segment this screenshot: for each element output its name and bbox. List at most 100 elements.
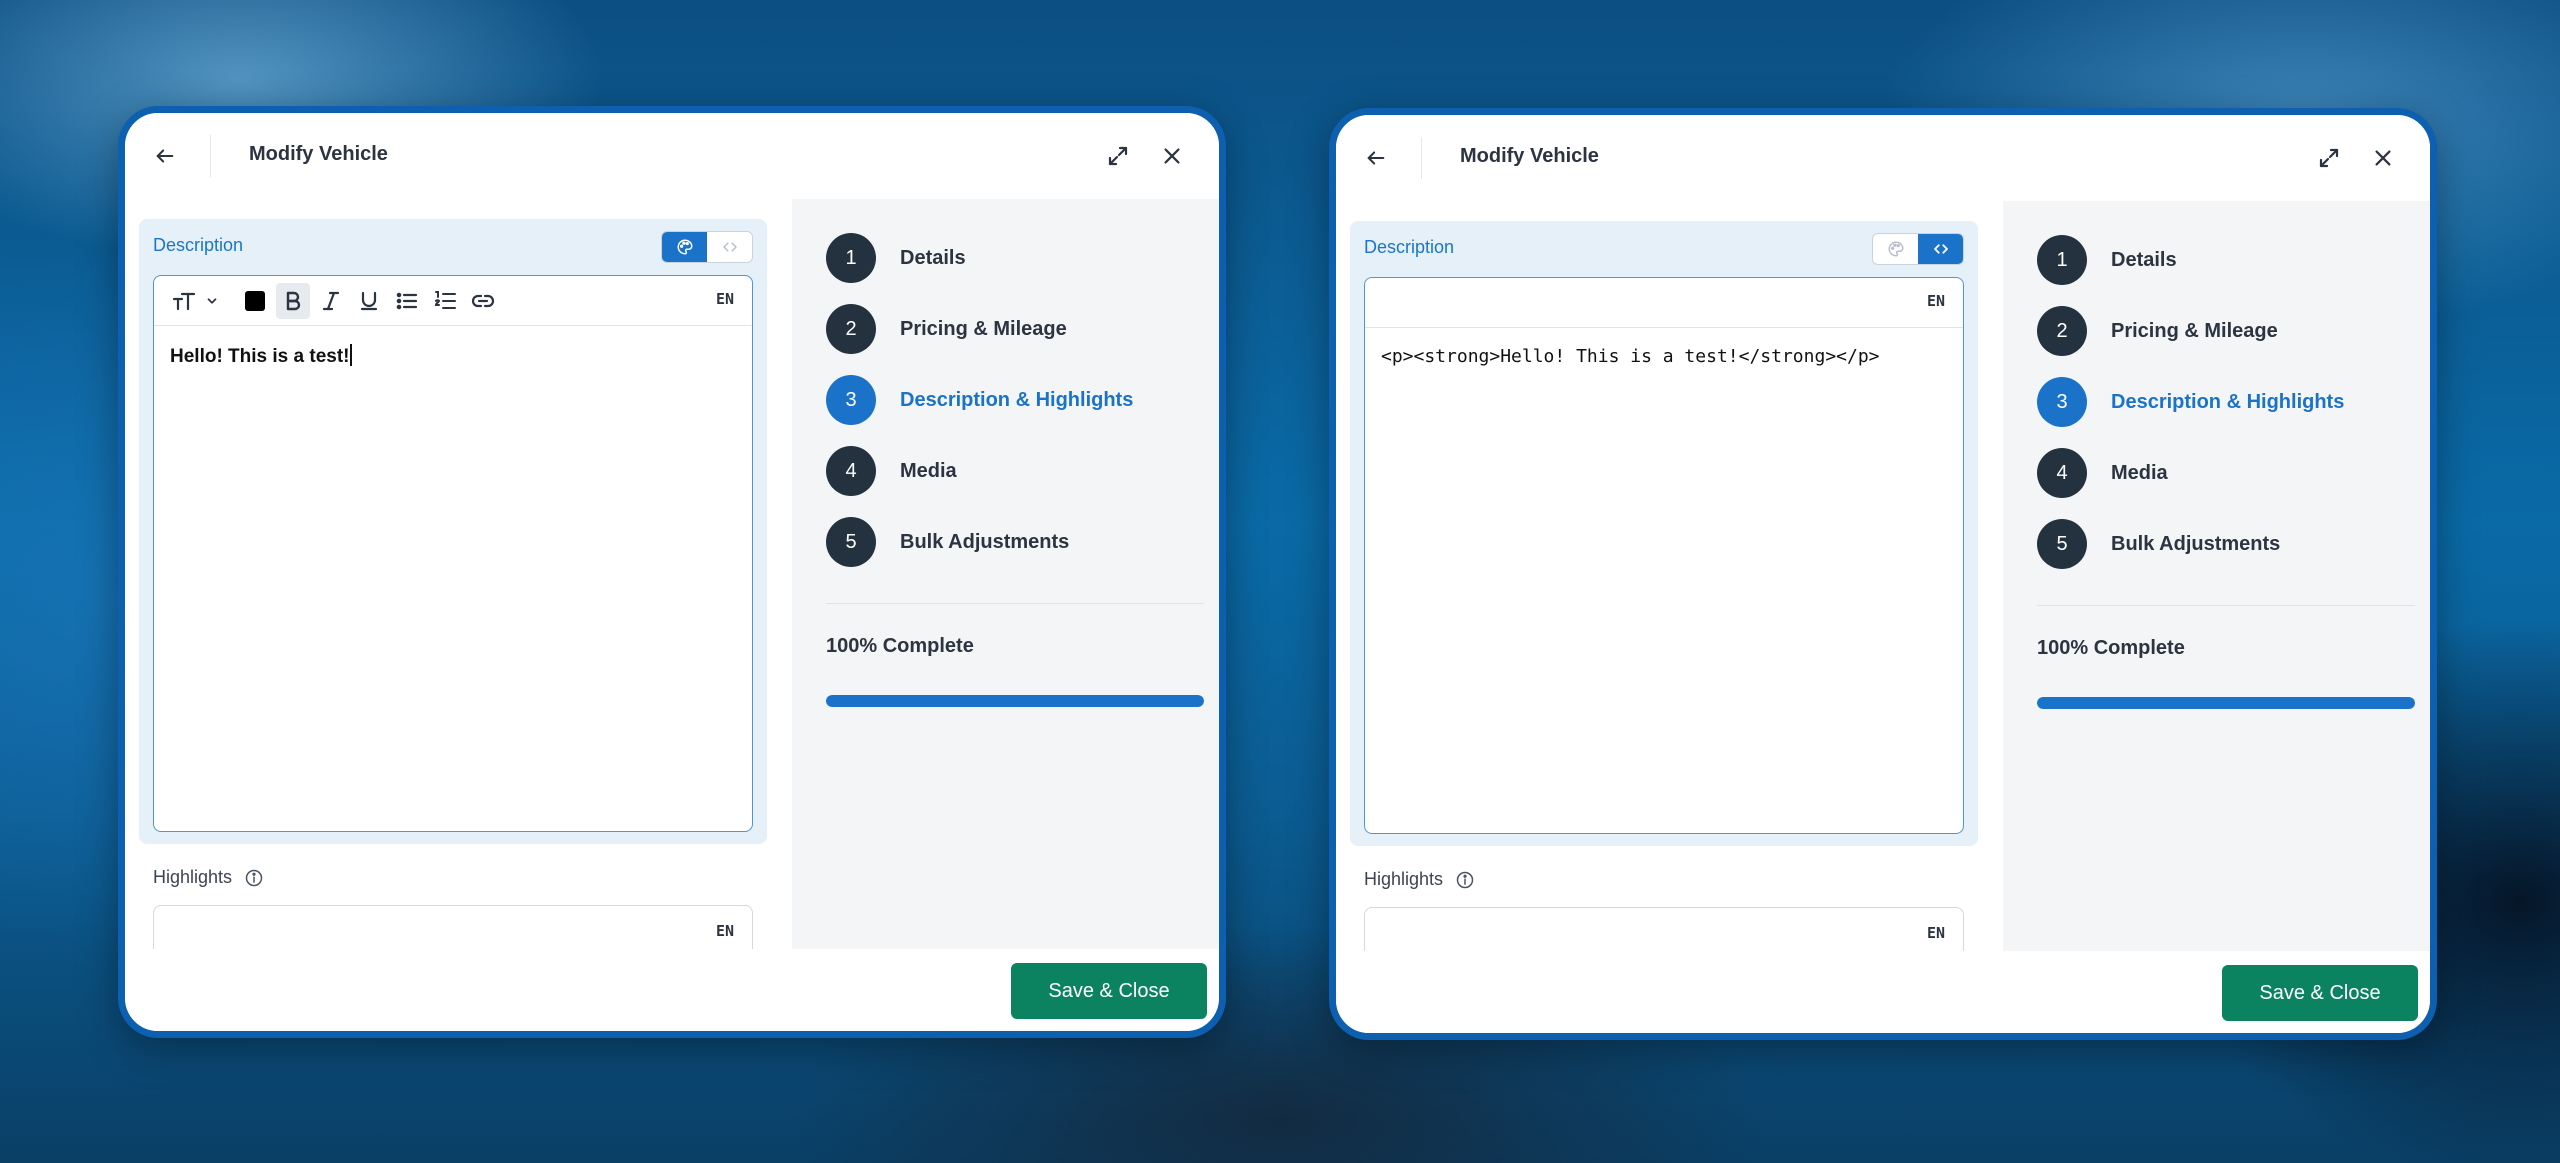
- step-description-highlights[interactable]: 3 Description & Highlights: [2037, 377, 2417, 427]
- step-label: Media: [2111, 461, 2168, 484]
- rich-text-mode-button[interactable]: [1873, 234, 1918, 264]
- dialog-title: Modify Vehicle: [249, 143, 388, 165]
- step-number: 2: [2037, 306, 2087, 356]
- expand-icon[interactable]: [1101, 139, 1135, 173]
- code-icon: [1933, 244, 1948, 254]
- underline-icon: [360, 291, 378, 310]
- highlights-field[interactable]: EN: [153, 905, 753, 949]
- header-divider: [1421, 137, 1422, 179]
- description-editor[interactable]: EN Hello! This is a test!: [153, 275, 753, 832]
- highlights-label-text: Highlights: [1364, 869, 1444, 889]
- save-close-button[interactable]: Save & Close: [2222, 965, 2418, 1021]
- code-icon: [722, 242, 737, 252]
- step-number: 1: [2037, 235, 2087, 285]
- step-number: 1: [826, 233, 876, 283]
- italic-button[interactable]: [314, 283, 348, 319]
- step-bulk-adjustments[interactable]: 5 Bulk Adjustments: [826, 517, 1206, 567]
- numbered-list-button[interactable]: [428, 283, 462, 319]
- italic-icon: [322, 291, 340, 310]
- step-bulk-adjustments[interactable]: 5 Bulk Adjustments: [2037, 519, 2417, 569]
- text-size-icon: [173, 292, 196, 310]
- step-label: Bulk Adjustments: [2111, 532, 2281, 555]
- highlights-label-text: Highlights: [153, 867, 233, 887]
- rich-text-value: Hello! This is a test!: [170, 346, 350, 367]
- expand-icon[interactable]: [2312, 141, 2346, 175]
- step-pricing-mileage[interactable]: 2 Pricing & Mileage: [826, 304, 1206, 354]
- step-label: Details: [2111, 248, 2177, 271]
- link-icon: [471, 294, 495, 307]
- dialog-footer: Save & Close: [125, 949, 1219, 1031]
- step-number: 3: [2037, 377, 2087, 427]
- info-icon[interactable]: [1455, 870, 1475, 890]
- font-size-dropdown[interactable]: [168, 283, 224, 319]
- code-mode-button[interactable]: [1918, 234, 1963, 264]
- progress-fill: [2037, 697, 2415, 709]
- save-close-button[interactable]: Save & Close: [1011, 963, 1207, 1019]
- highlights-language-badge[interactable]: EN: [1927, 924, 1945, 942]
- bold-icon: [286, 291, 301, 310]
- dialog-header: Modify Vehicle: [1336, 115, 2430, 201]
- step-label: Pricing & Mileage: [900, 317, 1067, 340]
- highlights-language-badge[interactable]: EN: [716, 922, 734, 940]
- step-label: Details: [900, 246, 966, 269]
- step-pricing-mileage[interactable]: 2 Pricing & Mileage: [2037, 306, 2417, 356]
- info-icon[interactable]: [244, 868, 264, 888]
- dialog-header: Modify Vehicle: [125, 113, 1219, 199]
- palette-icon: [677, 239, 693, 255]
- step-media[interactable]: 4 Media: [826, 446, 1206, 496]
- editor-mode-toggle: [1872, 233, 1964, 265]
- form-pane: Description EN Hello! This is a test! Hi…: [125, 199, 792, 949]
- numbered-list-icon: [434, 290, 456, 309]
- step-details[interactable]: 1 Details: [826, 233, 1206, 283]
- step-label: Media: [900, 459, 957, 482]
- step-number: 2: [826, 304, 876, 354]
- modify-vehicle-dialog-rich: Modify Vehicle Description EN Hello! Thi…: [118, 106, 1226, 1038]
- step-number: 4: [826, 446, 876, 496]
- bullet-list-icon: [396, 292, 418, 309]
- step-label: Bulk Adjustments: [900, 530, 1070, 553]
- progress-bar: [826, 695, 1204, 707]
- rich-text-content[interactable]: Hello! This is a test!: [154, 326, 752, 386]
- language-badge[interactable]: EN: [716, 290, 734, 308]
- editor-toolbar: EN: [154, 276, 752, 326]
- step-details[interactable]: 1 Details: [2037, 235, 2417, 285]
- steps-divider: [2037, 605, 2415, 606]
- code-mode-button[interactable]: [707, 232, 752, 262]
- language-badge[interactable]: EN: [1927, 292, 1945, 310]
- highlights-label: Highlights: [1364, 869, 1475, 890]
- palette-icon: [1888, 241, 1904, 257]
- completion-text: 100% Complete: [2037, 637, 2185, 659]
- close-icon[interactable]: [2366, 141, 2400, 175]
- underline-button[interactable]: [352, 283, 386, 319]
- description-section: Description EN <p><strong>Hello! This is…: [1350, 221, 1978, 846]
- step-description-highlights[interactable]: 3 Description & Highlights: [826, 375, 1206, 425]
- description-code-editor[interactable]: EN <p><strong>Hello! This is a test!</st…: [1364, 277, 1964, 834]
- step-label: Description & Highlights: [900, 388, 1134, 411]
- step-number: 5: [2037, 519, 2087, 569]
- step-number: 3: [826, 375, 876, 425]
- completion-text: 100% Complete: [826, 635, 974, 657]
- steps-divider: [826, 603, 1204, 604]
- step-number: 4: [2037, 448, 2087, 498]
- back-arrow-icon[interactable]: [1360, 142, 1392, 174]
- bullet-list-button[interactable]: [390, 283, 424, 319]
- back-arrow-icon[interactable]: [149, 140, 181, 172]
- text-caret: [350, 344, 352, 366]
- close-icon[interactable]: [1155, 139, 1189, 173]
- description-label: Description: [153, 235, 244, 255]
- rich-text-mode-button[interactable]: [662, 232, 707, 262]
- chevron-down-icon: [207, 297, 217, 304]
- html-source-content[interactable]: <p><strong>Hello! This is a test!</stron…: [1365, 328, 1963, 385]
- progress-bar: [2037, 697, 2415, 709]
- progress-pane: 1 Details 2 Pricing & Mileage 3 Descript…: [792, 199, 1219, 949]
- dialog-title: Modify Vehicle: [1460, 145, 1599, 167]
- progress-fill: [826, 695, 1204, 707]
- step-media[interactable]: 4 Media: [2037, 448, 2417, 498]
- bold-button[interactable]: [276, 282, 310, 319]
- step-label: Description & Highlights: [2111, 390, 2345, 413]
- text-color-button[interactable]: [238, 283, 272, 319]
- highlights-field[interactable]: EN: [1364, 907, 1964, 951]
- link-button[interactable]: [466, 283, 500, 319]
- color-swatch: [245, 290, 265, 311]
- highlights-label: Highlights: [153, 867, 264, 888]
